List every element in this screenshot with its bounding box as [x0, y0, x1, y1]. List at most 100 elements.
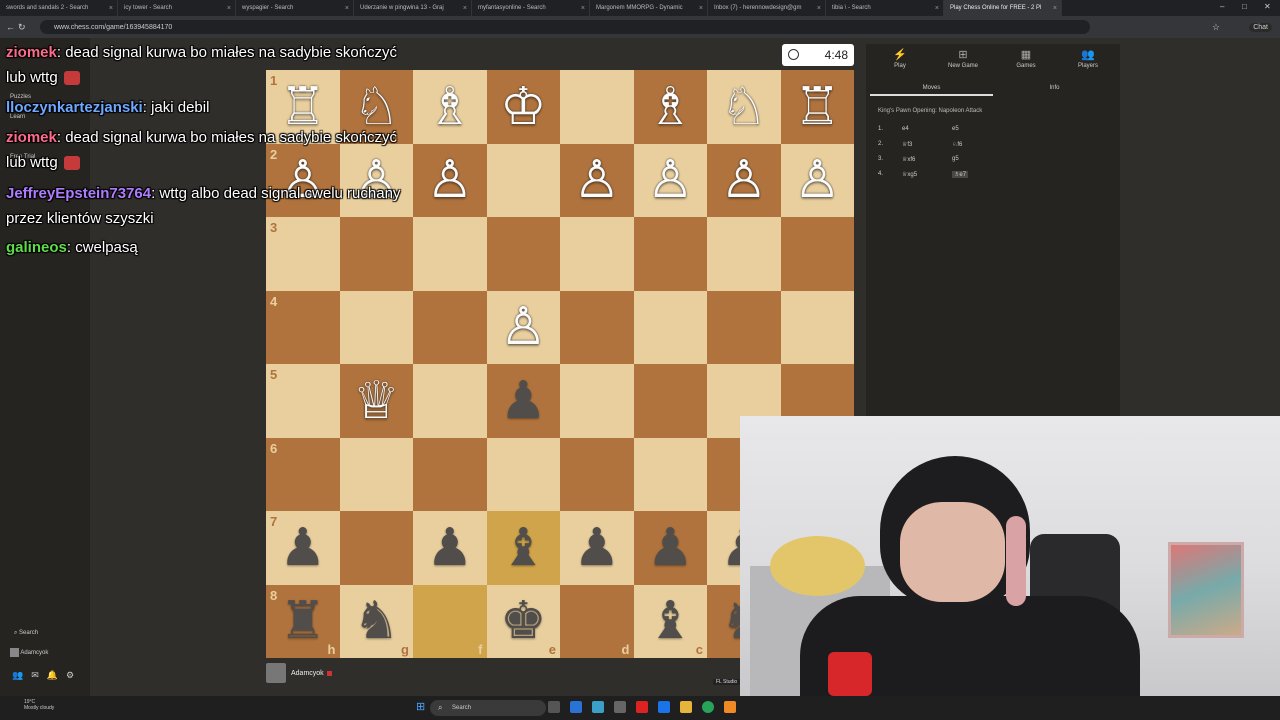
- tab-players[interactable]: 👥 Players: [1058, 48, 1118, 69]
- board-square[interactable]: [560, 217, 634, 291]
- board-square[interactable]: [486, 143, 560, 217]
- board-square[interactable]: [413, 217, 487, 291]
- close-tab-icon[interactable]: ×: [699, 5, 703, 12]
- chess-piece[interactable]: ♖: [279, 81, 326, 133]
- chess-piece[interactable]: ♜: [279, 595, 326, 647]
- board-square[interactable]: [560, 364, 634, 438]
- board-square[interactable]: ♙: [633, 143, 707, 217]
- chess-piece[interactable]: ♙: [500, 301, 547, 353]
- tab-new-game[interactable]: ⊞ New Game: [933, 48, 993, 69]
- refresh-icon[interactable]: ↻: [18, 22, 26, 33]
- board-square[interactable]: [339, 217, 413, 291]
- board-square[interactable]: [413, 437, 487, 511]
- board-square[interactable]: ♟: [560, 511, 634, 585]
- app-icon[interactable]: [614, 701, 626, 713]
- board-square[interactable]: ♝: [486, 511, 560, 585]
- close-tab-icon[interactable]: ×: [817, 5, 821, 12]
- chess-piece[interactable]: ♖: [794, 81, 841, 133]
- chess-piece[interactable]: ♟: [500, 375, 547, 427]
- chess-piece[interactable]: ♙: [573, 154, 620, 206]
- maximize-icon[interactable]: □: [1242, 2, 1247, 11]
- chess-piece[interactable]: ♝: [500, 522, 547, 574]
- close-tab-icon[interactable]: ×: [345, 5, 349, 12]
- browser-tab[interactable]: Inbox (7) - herennowdesign@gm ×: [708, 0, 826, 16]
- taskbar-search[interactable]: ⌕ Search: [430, 700, 546, 716]
- browser-app-icon[interactable]: [658, 701, 670, 713]
- chat-username[interactable]: lloczynkartezjanski: [6, 99, 143, 116]
- chess-piece[interactable]: ♙: [794, 154, 841, 206]
- chess-piece[interactable]: ♙: [647, 154, 694, 206]
- sidebar-search[interactable]: ⌕ Search: [14, 630, 38, 637]
- board-square[interactable]: [486, 437, 560, 511]
- board-square[interactable]: ♟: [413, 511, 487, 585]
- board-square[interactable]: ♘: [707, 70, 781, 144]
- player-name[interactable]: Adamcyok: [291, 670, 324, 677]
- board-square[interactable]: ♗: [413, 70, 487, 144]
- move-san[interactable]: ♗e7: [952, 171, 969, 178]
- board-square[interactable]: [339, 511, 413, 585]
- move-san[interactable]: e5: [952, 126, 959, 132]
- board-square[interactable]: ♙: [486, 290, 560, 364]
- board-square[interactable]: ♞ g: [339, 584, 413, 658]
- tab-games[interactable]: ▦ Games: [996, 48, 1056, 69]
- close-window-icon[interactable]: ✕: [1264, 2, 1271, 11]
- board-square[interactable]: [339, 290, 413, 364]
- browser-tab[interactable]: Margonem MMORPG - Dynamic ×: [590, 0, 708, 16]
- board-square[interactable]: ♖: [780, 70, 854, 144]
- browser-tab[interactable]: tibia \ - Search ×: [826, 0, 944, 16]
- move-san[interactable]: g5: [952, 156, 959, 162]
- board-square[interactable]: ♟: [633, 511, 707, 585]
- chat-username[interactable]: galineos: [6, 239, 67, 256]
- star-icon[interactable]: ☆: [1212, 22, 1220, 33]
- vscode-icon[interactable]: [570, 701, 582, 713]
- board-square[interactable]: ♝ c: [633, 584, 707, 658]
- chess-piece[interactable]: ♞: [353, 595, 400, 647]
- board-square[interactable]: [780, 290, 854, 364]
- chess-piece[interactable]: ♙: [720, 154, 767, 206]
- close-tab-icon[interactable]: ×: [581, 5, 585, 12]
- board-square[interactable]: ♙: [413, 143, 487, 217]
- xbox-icon[interactable]: [702, 701, 714, 713]
- chat-username[interactable]: ziomek: [6, 129, 57, 146]
- browser-tab[interactable]: icy tower - Search ×: [118, 0, 236, 16]
- chess-piece[interactable]: ♟: [647, 522, 694, 574]
- board-square[interactable]: [633, 290, 707, 364]
- browser-tab[interactable]: wyspagier - Search ×: [236, 0, 354, 16]
- tab-info[interactable]: Info: [993, 80, 1116, 96]
- minimize-icon[interactable]: –: [1220, 2, 1224, 11]
- board-square[interactable]: [633, 437, 707, 511]
- board-square[interactable]: [780, 217, 854, 291]
- board-square[interactable]: ♙: [707, 143, 781, 217]
- chess-piece[interactable]: ♚: [500, 595, 547, 647]
- board-square[interactable]: [560, 290, 634, 364]
- chess-piece[interactable]: ♔: [500, 81, 547, 133]
- board-square[interactable]: [339, 437, 413, 511]
- board-square[interactable]: [413, 290, 487, 364]
- edge-icon[interactable]: [592, 701, 604, 713]
- board-square[interactable]: [486, 217, 560, 291]
- board-square[interactable]: 5: [266, 364, 340, 438]
- chess-piece[interactable]: ♘: [720, 81, 767, 133]
- move-san[interactable]: ♕xf6: [902, 156, 915, 163]
- board-square[interactable]: ♔: [486, 70, 560, 144]
- board-square[interactable]: [413, 364, 487, 438]
- chess-piece[interactable]: ♟: [426, 522, 473, 574]
- back-icon[interactable]: ←: [6, 22, 15, 32]
- weather-widget[interactable]: 19°C Mostly cloudy: [24, 699, 54, 711]
- close-tab-icon[interactable]: ×: [463, 5, 467, 12]
- tab-moves[interactable]: Moves: [870, 80, 993, 96]
- browser-tab[interactable]: Play Chess Online for FREE - 2 Pl ×: [944, 0, 1062, 16]
- browser-tab[interactable]: myfantasyonline - Search ×: [472, 0, 590, 16]
- board-square[interactable]: [633, 217, 707, 291]
- board-square[interactable]: d: [560, 584, 634, 658]
- board-square[interactable]: 3: [266, 217, 340, 291]
- board-square[interactable]: [633, 364, 707, 438]
- folder-icon[interactable]: [680, 701, 692, 713]
- task-view-icon[interactable]: [548, 701, 560, 713]
- red-app-icon[interactable]: [636, 701, 648, 713]
- chess-piece[interactable]: ♙: [426, 154, 473, 206]
- move-san[interactable]: ♕f3: [902, 141, 912, 148]
- tab-play[interactable]: ⚡ Play: [870, 48, 930, 69]
- move-san[interactable]: e4: [902, 126, 909, 132]
- board-square[interactable]: [707, 217, 781, 291]
